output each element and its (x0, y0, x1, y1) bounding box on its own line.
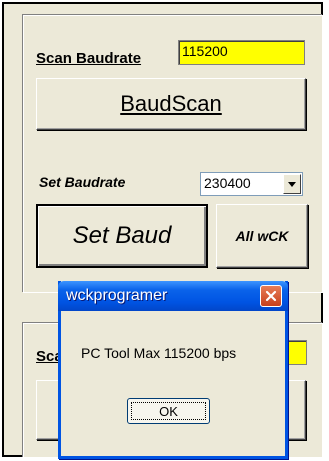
baudscan-button[interactable]: BaudScan (36, 78, 306, 130)
set-baudrate-label: Set Baudrate (39, 174, 126, 190)
set-baud-button[interactable]: Set Baud (36, 204, 208, 268)
ok-button[interactable]: OK (127, 398, 210, 424)
scan-baudrate-label: Scan Baudrate (36, 50, 142, 67)
scan-baudrate-field[interactable]: 115200 (178, 40, 305, 65)
set-baudrate-value: 230400 (204, 175, 251, 191)
focus-rectangle (131, 402, 206, 420)
set-baudrate-select[interactable]: 230400 (200, 172, 303, 196)
close-button[interactable] (260, 285, 282, 307)
close-icon (265, 290, 277, 302)
dropdown-button[interactable] (283, 174, 301, 194)
chevron-down-icon (288, 181, 296, 187)
dialog-title: wckprogramer (66, 287, 168, 304)
all-wck-button[interactable]: All wCK (216, 204, 308, 268)
message-dialog: wckprogramer PC Tool Max 115200 bps OK (58, 281, 288, 459)
dialog-message: PC Tool Max 115200 bps (81, 345, 237, 361)
dialog-titlebar[interactable]: wckprogramer (58, 281, 288, 311)
